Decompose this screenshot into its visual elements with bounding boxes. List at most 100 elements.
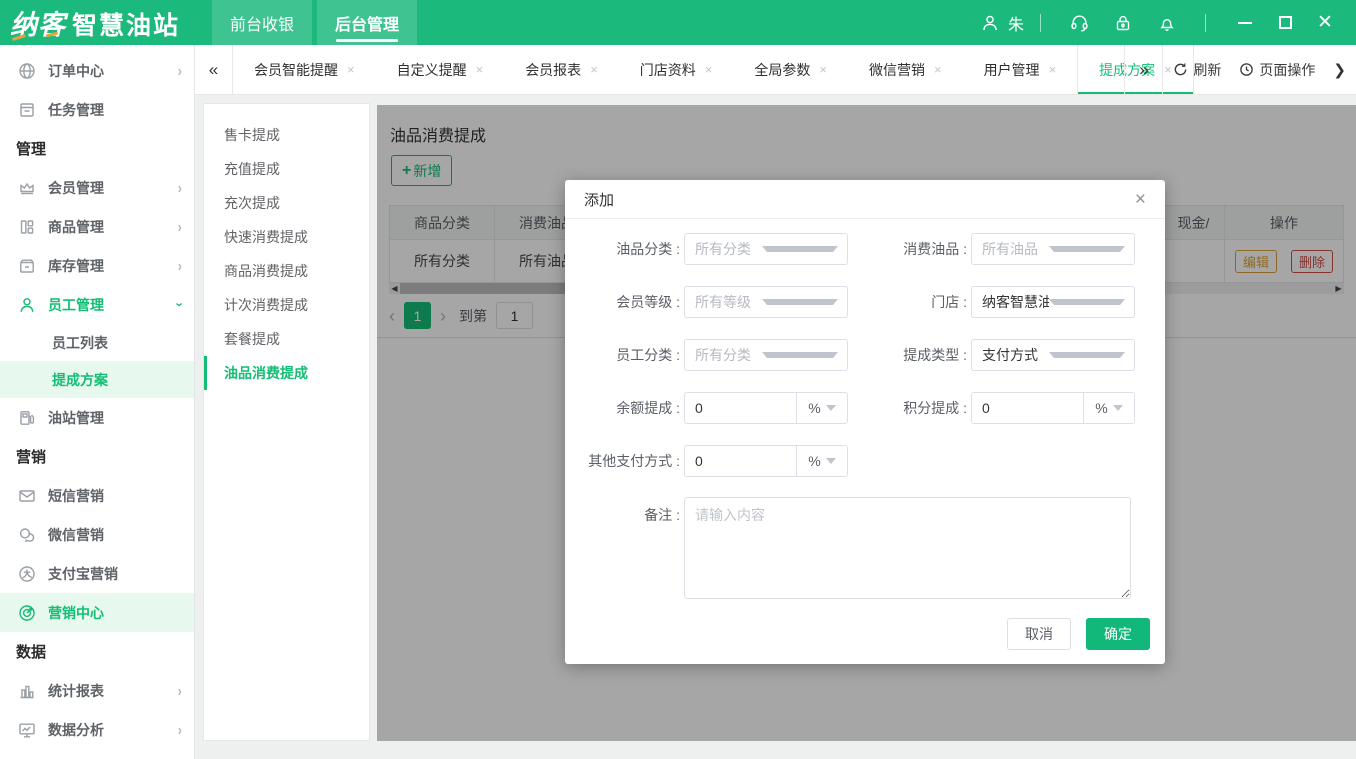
header-nav-backoffice[interactable]: 后台管理 [317, 0, 417, 45]
tabs-scroll-left-button[interactable]: « [195, 45, 233, 94]
tab-close-icon[interactable]: × [347, 62, 355, 77]
tab-bar: « 会员智能提醒×自定义提醒×会员报表×门店资料×全局参数×微信营销×用户管理×… [195, 45, 1356, 95]
refresh-icon [1173, 62, 1188, 77]
chevron-down-icon [1049, 299, 1126, 305]
confirm-button[interactable]: 确定 [1086, 618, 1150, 650]
sidebar-item[interactable]: 任务管理 [0, 90, 194, 129]
sidebar-item-label: 统计报表 [48, 681, 104, 701]
inventory-icon [16, 255, 38, 277]
sidebar-subitem[interactable]: 提成方案 [0, 361, 194, 398]
sidebar-item[interactable]: 统计报表 › [0, 671, 194, 710]
sidebar-item[interactable]: 营销中心 [0, 593, 194, 632]
sidebar-item[interactable]: 订单中心 › [0, 51, 194, 90]
header-nav-label: 前台收银 [230, 11, 294, 35]
submenu-item[interactable]: 售卡提成 [204, 118, 369, 152]
chevron-right-icon: › [178, 62, 182, 80]
close-window-icon[interactable]: ✕ [1308, 9, 1342, 37]
cancel-button[interactable]: 取消 [1007, 618, 1071, 650]
sidebar-item[interactable]: 支付宝营销 [0, 554, 194, 593]
header-nav-cashier[interactable]: 前台收银 [212, 0, 312, 45]
tab-close-icon[interactable]: × [590, 62, 598, 77]
submenu-item[interactable]: 充次提成 [204, 186, 369, 220]
open-tabs: 会员智能提醒×自定义提醒×会员报表×门店资料×全局参数×微信营销×用户管理×提成… [233, 45, 1124, 94]
alipay-icon [16, 563, 38, 585]
other-payment-unit-select[interactable]: % [796, 446, 847, 476]
submenu-item[interactable]: 商品消费提成 [204, 254, 369, 288]
refresh-button[interactable]: 刷新 [1173, 60, 1221, 80]
sidebar-item[interactable]: 数据分析› [0, 710, 194, 749]
tab-item[interactable]: 全局参数 × [733, 45, 848, 94]
user-name: 朱 [1008, 11, 1024, 35]
tab-close-icon[interactable]: × [476, 62, 484, 77]
commission-type-select[interactable]: 支付方式 [971, 339, 1135, 371]
submenu-item[interactable]: 快速消费提成 [204, 220, 369, 254]
bar-chart-icon [16, 680, 38, 702]
sidebar-item-label: 员工管理 [48, 295, 104, 315]
commission-type-label: 提成类型 : [848, 345, 967, 365]
header-divider [1040, 14, 1041, 32]
tab-item[interactable]: 自定义提醒 × [376, 45, 505, 94]
app-logo: 纳客 智慧油站 [0, 3, 212, 42]
page-actions-icon [1239, 62, 1254, 77]
more-actions-chevron[interactable]: ❯ [1333, 61, 1346, 79]
tab-item[interactable]: 会员报表× [504, 45, 619, 94]
remark-textarea[interactable] [684, 497, 1131, 599]
tab-item[interactable]: 用户管理× [963, 45, 1078, 94]
submenu-item[interactable]: 油品消费提成 [204, 356, 369, 390]
tab-item[interactable]: 微信营销× [848, 45, 963, 94]
maximize-icon[interactable] [1268, 9, 1302, 37]
sidebar-item-label: 会员管理 [48, 178, 104, 198]
sidebar-item[interactable]: 商品管理› [0, 207, 194, 246]
chevron-down-icon: › [172, 302, 187, 306]
lock-icon[interactable] [1112, 12, 1134, 34]
balance-unit-select[interactable]: % [796, 393, 847, 423]
tab-close-icon[interactable]: × [1049, 62, 1057, 77]
tab-label: 自定义提醒 [397, 60, 467, 80]
chevron-down-icon [1113, 405, 1123, 411]
sidebar-item[interactable]: 会员管理 › [0, 168, 194, 207]
headset-icon[interactable] [1068, 12, 1090, 34]
monitor-icon [16, 719, 38, 741]
sidebar-item-label: 订单中心 [48, 61, 104, 81]
tabs-scroll-right-button[interactable]: » [1124, 45, 1162, 94]
other-payment-label: 其他支付方式 : [565, 451, 680, 471]
tab-close-icon[interactable]: × [934, 62, 942, 77]
tab-close-icon[interactable]: × [705, 62, 713, 77]
chevron-right-icon: › [178, 682, 182, 700]
minimize-icon[interactable] [1228, 9, 1262, 37]
tab-item[interactable]: 会员智能提醒× [233, 45, 376, 94]
chevron-right-icon: › [178, 179, 182, 197]
submenu-item[interactable]: 计次消费提成 [204, 288, 369, 322]
sidebar-item[interactable]: 油站管理 [0, 398, 194, 437]
tab-label: 全局参数 [754, 60, 810, 80]
sidebar-item-label: 数据分析 [48, 720, 104, 740]
header-nav-label: 后台管理 [335, 11, 399, 35]
staff-category-select: 所有分类 [684, 339, 848, 371]
member-level-label: 会员等级 : [565, 292, 680, 312]
sidebar-item[interactable]: 短信营销 [0, 476, 194, 515]
tab-item[interactable]: 门店资料× [619, 45, 734, 94]
oil-category-select: 所有分类 [684, 233, 848, 265]
tab-close-icon[interactable]: × [819, 62, 827, 77]
chevron-down-icon [1049, 352, 1126, 358]
sidebar-item[interactable]: 微信营销 [0, 515, 194, 554]
chevron-down-icon [826, 458, 836, 464]
user-menu[interactable]: 朱 [979, 11, 1024, 35]
sidebar-item[interactable]: 员工管理 › [0, 285, 194, 324]
sidebar-item-label: 营销中心 [48, 603, 104, 623]
bell-icon[interactable] [1156, 12, 1178, 34]
dialog-close-icon[interactable]: × [1135, 190, 1146, 209]
page-actions-button[interactable]: 页面操作 [1239, 60, 1315, 80]
submenu-item[interactable]: 充值提成 [204, 152, 369, 186]
other-payment-input[interactable] [685, 446, 796, 476]
header-nav: 前台收银 后台管理 [212, 0, 417, 45]
store-select[interactable]: 纳客智慧油站 [971, 286, 1135, 318]
points-commission-input[interactable] [972, 393, 1083, 423]
refresh-label: 刷新 [1193, 60, 1221, 80]
submenu-item[interactable]: 套餐提成 [204, 322, 369, 356]
sidebar-item[interactable]: 库存管理› [0, 246, 194, 285]
sidebar-item-label: 支付宝营销 [48, 564, 118, 584]
points-unit-select[interactable]: % [1083, 393, 1134, 423]
balance-commission-input[interactable] [685, 393, 796, 423]
sidebar-subitem[interactable]: 员工列表 [0, 324, 194, 361]
